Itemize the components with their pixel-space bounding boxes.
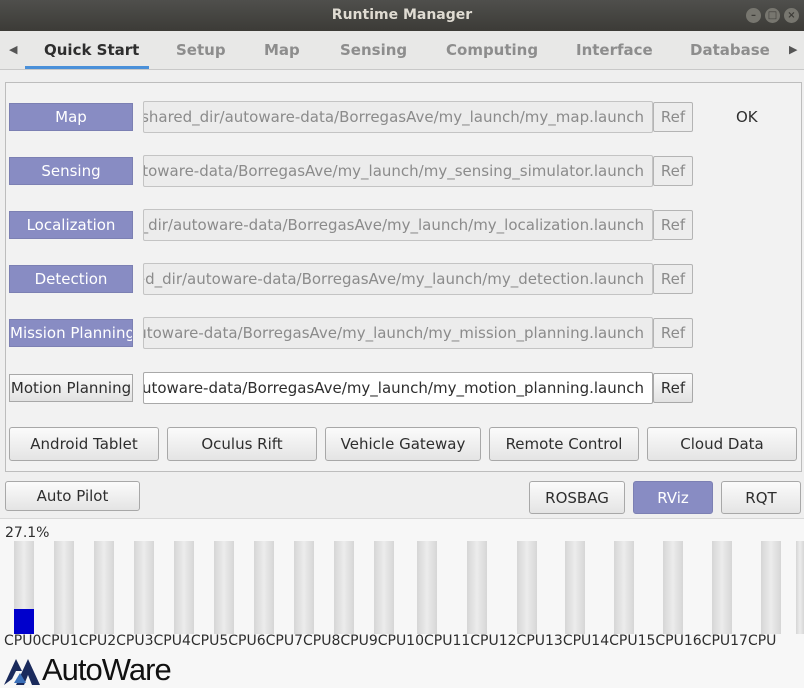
tab-scroll-left-icon[interactable]: ◀ [9, 43, 17, 56]
detection-button[interactable]: Detection [9, 265, 133, 293]
cpu-labels: CPU0CPU1CPU2CPU3CPU4CPU5CPU6CPU7CPU8CPU9… [4, 633, 777, 649]
auto-pilot-button[interactable]: Auto Pilot [5, 481, 140, 511]
cpu13-usage-bar [565, 541, 585, 634]
tab-interface[interactable]: Interface [576, 41, 653, 59]
localization-ref-button[interactable]: Ref [653, 210, 693, 240]
cpu5-usage-bar [214, 541, 234, 634]
maximize-icon[interactable]: □ [765, 8, 780, 23]
cpu2-usage-bar [94, 541, 114, 634]
cloud-data-button[interactable]: Cloud Data [647, 427, 797, 461]
minimize-icon[interactable]: – [746, 8, 761, 23]
oculus-rift-button[interactable]: Oculus Rift [167, 427, 317, 461]
motion-planning-ref-button[interactable]: Ref [653, 373, 693, 403]
detection-ref-button[interactable]: Ref [653, 264, 693, 294]
map-button[interactable]: Map [9, 103, 133, 131]
title-bar: Runtime Manager – □ × [0, 0, 804, 31]
tab-map[interactable]: Map [264, 41, 300, 59]
sensing-ref-button[interactable]: Ref [653, 156, 693, 186]
cpu11-usage-bar [467, 541, 487, 634]
rosbag-button[interactable]: ROSBAG [529, 481, 625, 514]
detection-launch-path-field[interactable]: /home/autoware/shared_dir/autoware-data/… [143, 263, 653, 295]
cpu3-usage-bar [134, 541, 154, 634]
cpu-usage-area: 27.1% CPU0CPU1CPU2CPU3CPU4CPU5CPU6CPU7CP… [0, 518, 804, 688]
tab-computing[interactable]: Computing [446, 41, 538, 59]
window-title: Runtime Manager [331, 7, 473, 23]
autoware-logo-icon [4, 659, 40, 685]
map-status-label: OK [736, 108, 758, 126]
mission-planning-ref-button[interactable]: Ref [653, 318, 693, 348]
sensing-launch-path-field[interactable]: /home/autoware/shared_dir/autoware-data/… [143, 155, 653, 187]
cpu0-percent-label: 27.1% [5, 525, 50, 541]
autoware-logo-text: AutoWare [42, 652, 172, 687]
cpu6-usage-bar [254, 541, 274, 634]
remote-control-button[interactable]: Remote Control [489, 427, 639, 461]
close-icon[interactable]: × [784, 8, 799, 23]
cpu16-usage-bar [712, 541, 732, 634]
cpu1-usage-bar [54, 541, 74, 634]
vehicle-gateway-button[interactable]: Vehicle Gateway [325, 427, 481, 461]
cpu14-usage-bar [614, 541, 634, 634]
cpu7-usage-bar [294, 541, 314, 634]
cpu17-usage-bar [761, 541, 781, 634]
map-ref-button[interactable]: Ref [653, 102, 693, 132]
cpu15-usage-bar [663, 541, 683, 634]
cpu12-usage-bar [517, 541, 537, 634]
cpu18-usage-bar [796, 541, 804, 634]
tab-scroll-right-icon[interactable]: ▶ [789, 43, 797, 56]
rqt-button[interactable]: RQT [721, 481, 801, 514]
tab-quick-start[interactable]: Quick Start [44, 41, 139, 59]
cpu8-usage-bar [334, 541, 354, 634]
cpu4-usage-bar [174, 541, 194, 634]
cpu10-usage-bar [417, 541, 437, 634]
mission-planning-button[interactable]: Mission Planning [9, 319, 133, 347]
tab-database[interactable]: Database [690, 41, 770, 59]
map-launch-path-field[interactable]: /home/autoware/shared_dir/autoware-data/… [143, 101, 653, 133]
mission-planning-launch-path-field[interactable]: /home/autoware/shared_dir/autoware-data/… [143, 317, 653, 349]
cpu0-usage-bar [14, 541, 34, 634]
cpu9-usage-bar [374, 541, 394, 634]
android-tablet-button[interactable]: Android Tablet [9, 427, 159, 461]
tab-sensing[interactable]: Sensing [340, 41, 407, 59]
motion-planning-button[interactable]: Motion Planning [9, 374, 133, 402]
localization-button[interactable]: Localization [9, 211, 133, 239]
tab-setup[interactable]: Setup [176, 41, 226, 59]
motion-planning-launch-path-field[interactable]: /home/autoware/shared_dir/autoware-data/… [143, 372, 653, 404]
cpu0-usage-fill [14, 608, 34, 634]
localization-launch-path-field[interactable]: /home/autoware/shared_dir/autoware-data/… [143, 209, 653, 241]
sensing-button[interactable]: Sensing [9, 157, 133, 185]
tab-bar: ◀ Quick Start Setup Map Sensing Computin… [0, 31, 804, 70]
active-tab-indicator [25, 66, 149, 69]
rviz-button[interactable]: RViz [633, 481, 713, 514]
